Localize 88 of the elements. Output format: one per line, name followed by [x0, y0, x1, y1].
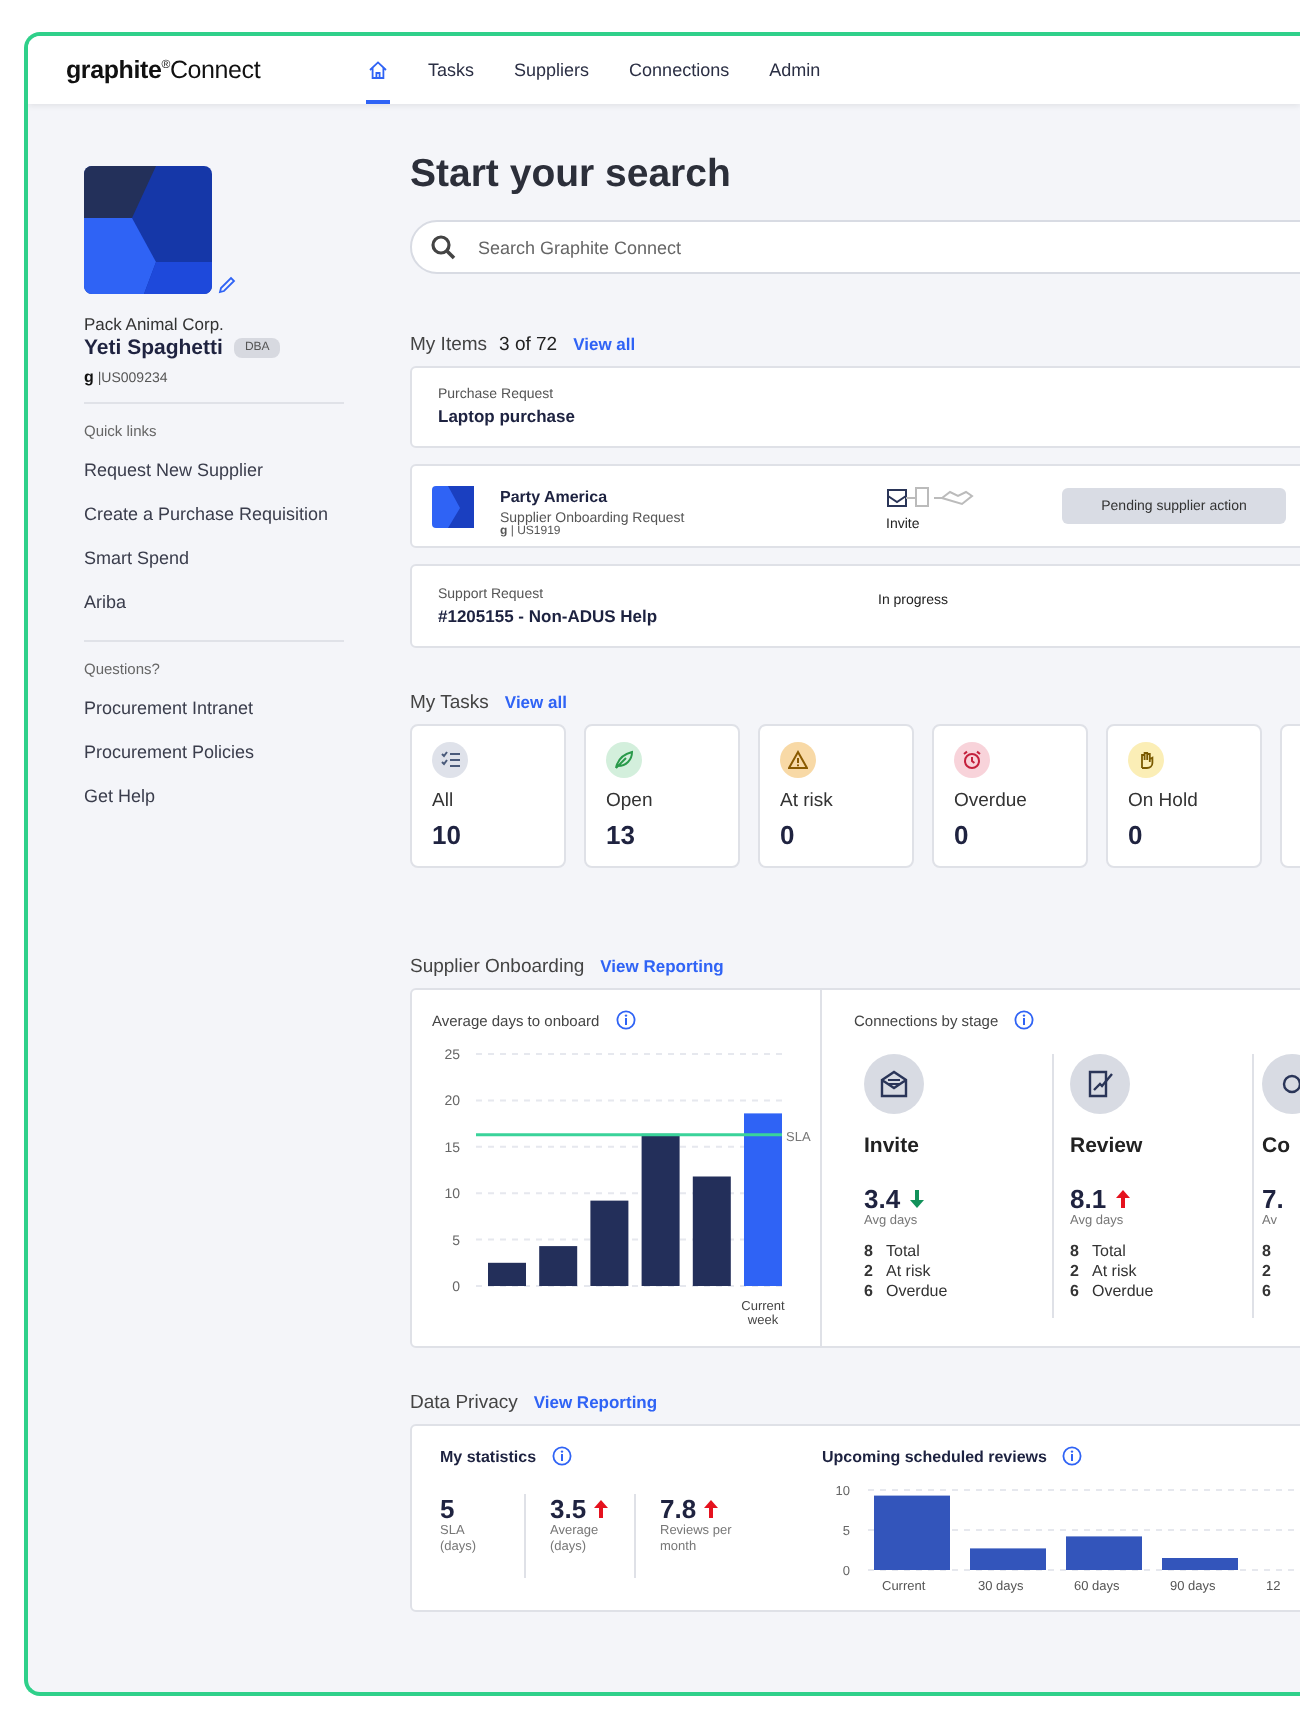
view-all-link[interactable]: View all	[504, 692, 567, 712]
warning-icon	[788, 750, 808, 770]
stage-stat: 2 At risk	[864, 1262, 933, 1280]
info-icon[interactable]	[1062, 1446, 1083, 1466]
stage-stat: 2	[1262, 1262, 1273, 1280]
bar	[692, 1176, 731, 1286]
stage-name: Invite	[864, 1134, 921, 1158]
task-card[interactable]: At risk 0	[758, 724, 914, 868]
task-card[interactable]: Open 13	[584, 724, 740, 868]
nav-tab[interactable]: Suppliers	[512, 36, 592, 104]
bar	[970, 1548, 1046, 1570]
bar	[874, 1495, 950, 1570]
stage-stat: 6	[1262, 1282, 1273, 1300]
leaf-icon	[614, 750, 634, 770]
stage-stat: 2 At risk	[1070, 1262, 1139, 1280]
request-name: #1205155 - Non-ADUS Help	[438, 605, 660, 625]
alarm-clock-icon	[962, 750, 982, 770]
stage-value: 7.	[1262, 1184, 1284, 1214]
stage-value: 8.1	[1070, 1184, 1107, 1214]
section-title: Supplier Onboarding	[410, 956, 585, 978]
bar	[590, 1200, 629, 1286]
section-title: Data Privacy	[410, 1392, 518, 1414]
stage-stat: 6 Overdue	[1070, 1282, 1156, 1300]
sidebar-link[interactable]: Request New Supplier	[84, 448, 344, 492]
task-label: Open	[606, 790, 655, 812]
info-icon[interactable]	[615, 1010, 636, 1030]
checklist-icon	[440, 750, 460, 770]
view-all-link[interactable]: View all	[573, 334, 636, 354]
sidebar-link[interactable]: Procurement Policies	[84, 730, 344, 774]
stage-progress-drawing	[886, 485, 974, 507]
company-logo	[84, 166, 212, 294]
item-count: 3 of 72	[499, 334, 558, 356]
nav-tab[interactable]: Tasks	[426, 36, 477, 104]
stage-stat: 8 Total	[1070, 1242, 1128, 1260]
bar	[1162, 1558, 1238, 1570]
task-count: 0	[1128, 820, 1145, 850]
supplier-name: Yeti Spaghetti	[84, 336, 223, 360]
page-title: Start your search	[410, 152, 733, 198]
stat-value: 5	[440, 1494, 455, 1524]
home-icon	[368, 60, 388, 80]
task-card[interactable]: All 10	[410, 724, 566, 868]
document-pen-icon	[1084, 1068, 1116, 1100]
sidebar-link[interactable]: Smart Spend	[84, 536, 344, 580]
pencil-icon[interactable]	[218, 276, 236, 294]
bar	[539, 1246, 578, 1286]
stage-name: Review	[1070, 1134, 1145, 1158]
panel-title: My statistics	[440, 1447, 537, 1465]
task-label: All	[432, 790, 456, 812]
stage-stat: 6 Overdue	[864, 1282, 950, 1300]
search-icon	[430, 234, 456, 260]
sidebar-link[interactable]: Procurement Intranet	[84, 686, 344, 730]
sidebar-link[interactable]: Get Help	[84, 774, 344, 818]
supplier-logo	[432, 485, 474, 527]
logo: graphite$^{®}$Connect	[66, 56, 263, 84]
section-title: My Items	[410, 334, 488, 356]
task-label: At risk	[780, 790, 835, 812]
request-name: Laptop purchase	[438, 406, 577, 426]
bar	[488, 1262, 526, 1286]
search-field[interactable]: Search Graphite Connect	[410, 220, 1300, 274]
stage-stat: 8	[1262, 1242, 1273, 1260]
section-title: My Tasks	[410, 692, 489, 714]
panel-title: Upcoming scheduled reviews	[822, 1447, 1047, 1465]
view-reporting-link[interactable]: View Reporting	[533, 1392, 658, 1412]
hand-icon	[1136, 750, 1156, 770]
stage-stat: 8 Total	[864, 1242, 922, 1260]
task-count: 0	[954, 820, 971, 850]
sidebar-link[interactable]: Ariba	[84, 580, 344, 624]
company-name: Pack Animal Corp.	[84, 314, 226, 334]
sidebar-link[interactable]: Create a Purchase Requisition	[84, 492, 344, 536]
nav-tab[interactable]: Admin	[767, 36, 823, 104]
task-card[interactable]: On Hold 0	[1106, 724, 1262, 868]
task-count: 0	[780, 820, 797, 850]
stat-value: 3.5	[550, 1494, 587, 1524]
task-count: 10	[432, 820, 463, 850]
stat-value: 7.8	[660, 1494, 697, 1524]
task-count: 13	[606, 820, 637, 850]
info-icon[interactable]	[552, 1446, 573, 1466]
nav-tab[interactable]: Connections	[627, 36, 732, 104]
task-label: Overdue	[954, 790, 1029, 812]
task-card[interactable]: Overdue 0	[932, 724, 1088, 868]
view-reporting-link[interactable]: View Reporting	[600, 956, 724, 976]
task-label: On Hold	[1128, 790, 1200, 812]
stage-value: 3.4	[864, 1184, 901, 1214]
supplier-name: Party America	[500, 487, 608, 505]
envelope-icon	[878, 1068, 910, 1100]
info-icon[interactable]	[1014, 1010, 1035, 1030]
bar	[1066, 1536, 1142, 1570]
stage-name: Co	[1262, 1134, 1292, 1158]
